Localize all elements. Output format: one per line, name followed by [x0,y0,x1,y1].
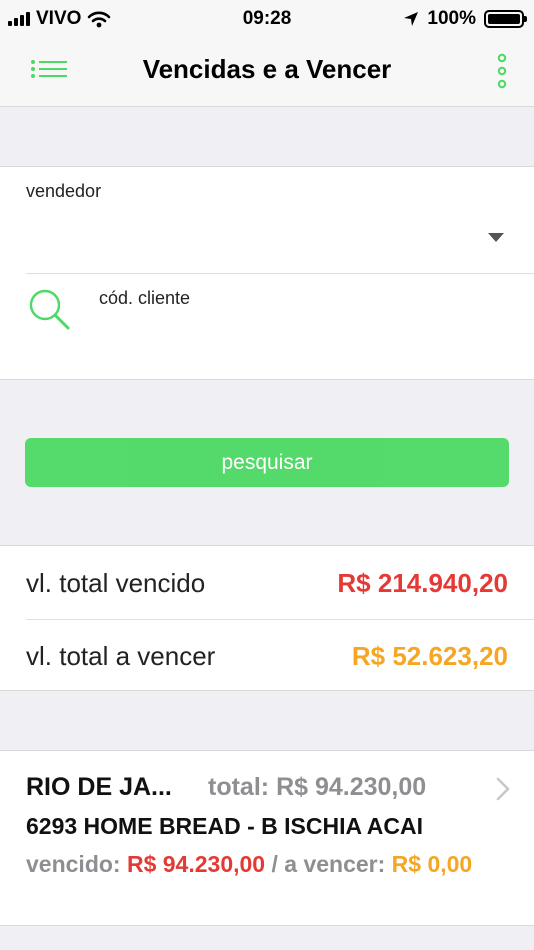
vertical-dots-icon [497,53,507,89]
navigation-bar: Vencidas e a Vencer [0,36,534,107]
result-total-label: total: [208,773,270,801]
location-arrow-icon [404,12,419,26]
battery-percent: 100% [427,8,476,29]
status-bar: VIVO 09:28 100% [0,0,534,36]
vendedor-label: vendedor [26,181,102,201]
total-upcoming-label: vl. total a vencer [26,641,216,671]
result-total-value: R$ 94.230,00 [276,773,427,801]
search-icon[interactable] [26,286,74,334]
battery-group: 100% [403,8,527,30]
total-upcoming-value: R$ 52.623,20 [351,641,508,671]
result-total: total: R$ 94.230,00 [208,773,426,802]
vendedor-select[interactable]: vendedor [0,167,534,273]
battery-icon [484,10,527,28]
cliente-label: cód. cliente [99,288,191,308]
battery-level [488,14,520,24]
filter-section: vendedor cód. cliente [0,166,534,380]
cliente-field[interactable]: cód. cliente [0,274,534,380]
result-values: vencido: R$ 94.230,00 / a vencer: R$ 0,0… [26,847,496,881]
total-overdue-label: vl. total vencido [26,568,206,598]
page-title: Vencidas e a Vencer [142,54,392,84]
search-button[interactable]: pesquisar [25,438,509,487]
result-upcoming-value: R$ 0,00 [391,851,473,877]
total-overdue-value: R$ 214.940,20 [337,568,508,598]
total-upcoming-row: vl. total a vencer R$ 52.623,20 [0,619,534,692]
more-options-button[interactable] [492,52,512,92]
result-city: RIO DE JA... [26,773,172,801]
result-client-name: 6293 HOME BREAD - B ISCHIA ACAI [26,813,424,839]
result-overdue-label: vencido: [26,851,121,877]
result-separator: / [271,851,278,877]
dropdown-arrow-icon [488,233,504,242]
result-overdue-value: R$ 94.230,00 [126,851,266,877]
result-list-item[interactable]: RIO DE JA... total: R$ 94.230,00 6293 HO… [0,750,534,926]
chevron-right-icon [496,777,510,801]
result-upcoming-label: a vencer: [284,851,386,877]
total-overdue-row: vl. total vencido R$ 214.940,20 [0,546,534,620]
totals-section: vl. total vencido R$ 214.940,20 vl. tota… [0,545,534,691]
